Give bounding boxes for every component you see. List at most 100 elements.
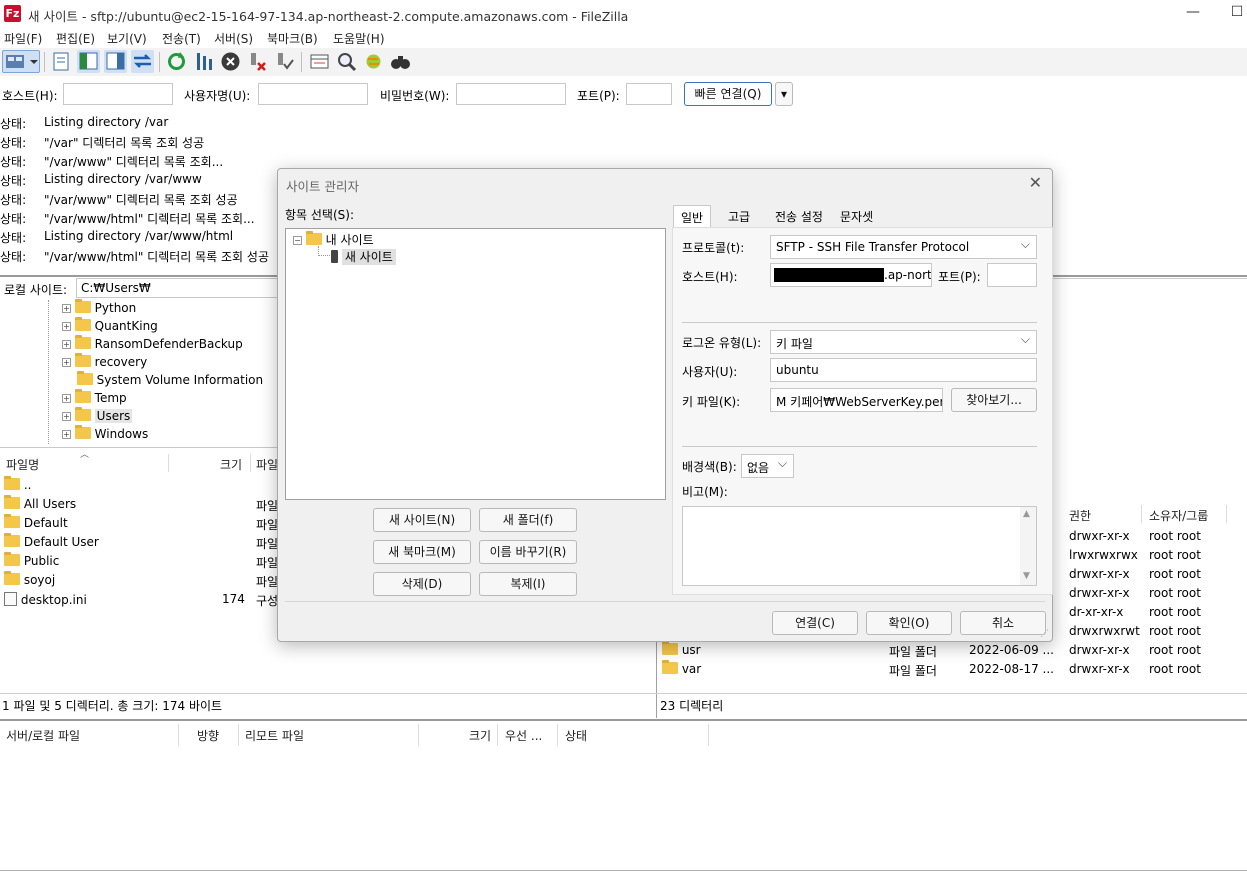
new-site-button[interactable]: 새 사이트(N) xyxy=(373,508,471,532)
queue-column-status[interactable]: 상태 xyxy=(565,727,587,744)
expand-icon[interactable]: + xyxy=(62,358,71,367)
rename-button[interactable]: 이름 바꾸기(R) xyxy=(479,540,577,564)
local-path-input[interactable]: C:₩Users₩ xyxy=(76,278,280,298)
tab-transfer-settings[interactable]: 전송 설정 xyxy=(768,205,830,227)
expand-icon[interactable]: + xyxy=(62,340,71,349)
sync-browse-icon[interactable] xyxy=(362,50,385,73)
file-row[interactable]: soyoj xyxy=(4,571,55,587)
reconnect-icon[interactable] xyxy=(273,50,296,73)
directory-filter-icon[interactable] xyxy=(308,50,331,73)
file-row[interactable]: Default User xyxy=(4,533,99,549)
site-port-input[interactable] xyxy=(987,263,1037,287)
file-row[interactable]: All Users xyxy=(4,495,76,511)
minimize-icon[interactable]: — xyxy=(1183,4,1203,22)
compare-icon[interactable] xyxy=(335,50,358,73)
expand-icon[interactable]: + xyxy=(62,304,71,313)
process-queue-icon[interactable] xyxy=(192,50,215,73)
tree-item-system-volume-information[interactable]: System Volume Information xyxy=(62,371,263,391)
new-folder-button[interactable]: 새 폴더(f) xyxy=(479,508,577,532)
ok-button[interactable]: 확인(O) xyxy=(866,611,952,635)
expand-icon[interactable]: + xyxy=(62,412,71,421)
refresh-icon[interactable] xyxy=(165,50,188,73)
menu-edit[interactable]: 편집(E) xyxy=(56,30,95,47)
duplicate-button[interactable]: 복제(I) xyxy=(479,572,577,596)
toggle-remote-tree-icon[interactable] xyxy=(104,50,127,73)
quickconnect-dropdown-icon[interactable]: ▾ xyxy=(775,82,793,106)
resize-grip-icon[interactable]: ⋰ xyxy=(1040,629,1049,639)
user-input[interactable]: ubuntu xyxy=(770,358,1037,382)
expand-icon[interactable]: + xyxy=(62,322,71,331)
logon-type-select[interactable]: 키 파일 xyxy=(770,330,1037,354)
comment-textarea[interactable]: ▲ ▼ xyxy=(682,506,1037,586)
scroll-up-icon[interactable]: ▲ xyxy=(1023,509,1030,519)
tab-general[interactable]: 일반 xyxy=(673,205,712,227)
host-input[interactable]: .ap-northi xyxy=(770,263,932,287)
tree-item-new-site[interactable]: 새 사이트 xyxy=(331,248,396,266)
username-input[interactable] xyxy=(258,83,368,105)
queue-column-server-local-file[interactable]: 서버/로컬 파일 xyxy=(6,727,80,744)
tab-advanced[interactable]: 고급 xyxy=(721,205,757,227)
queue-splitter[interactable] xyxy=(0,719,1247,721)
menu-help[interactable]: 도움말(H) xyxy=(333,30,385,47)
menu-server[interactable]: 서버(S) xyxy=(214,30,253,47)
delete-button[interactable]: 삭제(D) xyxy=(373,572,471,596)
tree-item-users[interactable]: + Users xyxy=(62,407,133,427)
background-color-select[interactable]: 없음 xyxy=(741,454,794,478)
file-row[interactable]: Public xyxy=(4,552,59,568)
cancel-operation-icon[interactable] xyxy=(219,50,242,73)
remote-file-row[interactable]: var xyxy=(662,660,701,676)
search-icon[interactable] xyxy=(389,50,412,73)
queue-column-direction[interactable]: 방향 xyxy=(197,727,219,744)
column-header-permissions[interactable]: 권한 xyxy=(1069,507,1091,524)
tree-item-windows[interactable]: + Windows xyxy=(62,425,148,445)
tree-item-recovery[interactable]: + recovery xyxy=(62,353,147,373)
scroll-down-icon[interactable]: ▼ xyxy=(1023,571,1030,581)
queue-column-size[interactable]: 크기 xyxy=(469,727,491,744)
remote-file-row[interactable]: usr xyxy=(662,641,701,657)
password-input[interactable] xyxy=(456,83,566,105)
queue-column-remote-file[interactable]: 리모트 파일 xyxy=(245,727,304,744)
file-row[interactable]: Default xyxy=(4,514,68,530)
tree-item-python[interactable]: + Python xyxy=(62,299,136,319)
toggle-local-tree-icon[interactable] xyxy=(77,50,100,73)
menu-view[interactable]: 보기(V) xyxy=(107,30,147,47)
connect-button[interactable]: 연결(C) xyxy=(772,611,858,635)
tab-charset[interactable]: 문자셋 xyxy=(833,205,880,227)
browse-button[interactable]: 찾아보기... xyxy=(951,388,1037,412)
remote-file-date: 2022-08-17 ... xyxy=(969,662,1054,676)
expand-icon[interactable]: + xyxy=(62,394,71,403)
queue-column-priority[interactable]: 우선 ... xyxy=(505,727,542,744)
site-manager-icon[interactable] xyxy=(2,50,40,73)
site-tree[interactable]: − 내 사이트 새 사이트 xyxy=(285,228,666,500)
toggle-queue-icon[interactable] xyxy=(131,50,154,73)
tree-item-my-sites[interactable]: − 내 사이트 xyxy=(293,231,374,249)
file-row[interactable]: desktop.ini xyxy=(4,592,87,607)
disconnect-icon[interactable] xyxy=(246,50,269,73)
close-icon[interactable]: ✕ xyxy=(1029,173,1042,192)
tree-item-temp[interactable]: + Temp xyxy=(62,389,127,409)
maximize-icon[interactable]: ☐ xyxy=(1227,4,1247,22)
scrollbar[interactable]: ▲ ▼ xyxy=(1020,507,1036,585)
file-type: 구성 xyxy=(256,594,279,608)
local-splitter[interactable] xyxy=(0,447,278,448)
collapse-icon[interactable]: − xyxy=(293,236,302,245)
quickconnect-button[interactable]: 빠른 연결(Q) xyxy=(684,82,772,106)
column-header-owner[interactable]: 소유자/그룹 xyxy=(1149,507,1208,524)
toggle-log-icon[interactable] xyxy=(50,50,73,73)
column-header-type[interactable]: 파일 xyxy=(256,456,278,473)
menu-file[interactable]: 파일(F) xyxy=(4,30,42,47)
cancel-button[interactable]: 취소 xyxy=(960,611,1046,635)
expand-icon[interactable]: + xyxy=(62,430,71,439)
protocol-select[interactable]: SFTP - SSH File Transfer Protocol xyxy=(770,235,1037,259)
column-header-size[interactable]: 크기 xyxy=(220,456,242,473)
host-input[interactable] xyxy=(63,83,173,105)
menu-bookmarks[interactable]: 북마크(B) xyxy=(267,30,318,47)
file-row[interactable]: .. xyxy=(4,476,31,492)
menu-transfer[interactable]: 전송(T) xyxy=(162,30,201,47)
key-file-input[interactable]: M 키페어₩WebServerKey.pem xyxy=(770,388,943,412)
tree-item-ransomdefenderbackup[interactable]: + RansomDefenderBackup xyxy=(62,335,243,355)
port-input[interactable] xyxy=(626,83,672,105)
column-header-filename[interactable]: 파일명 xyxy=(6,456,39,473)
remote-permissions: drwxr-xr-x xyxy=(1069,586,1130,600)
new-bookmark-button[interactable]: 새 북마크(M) xyxy=(373,540,471,564)
